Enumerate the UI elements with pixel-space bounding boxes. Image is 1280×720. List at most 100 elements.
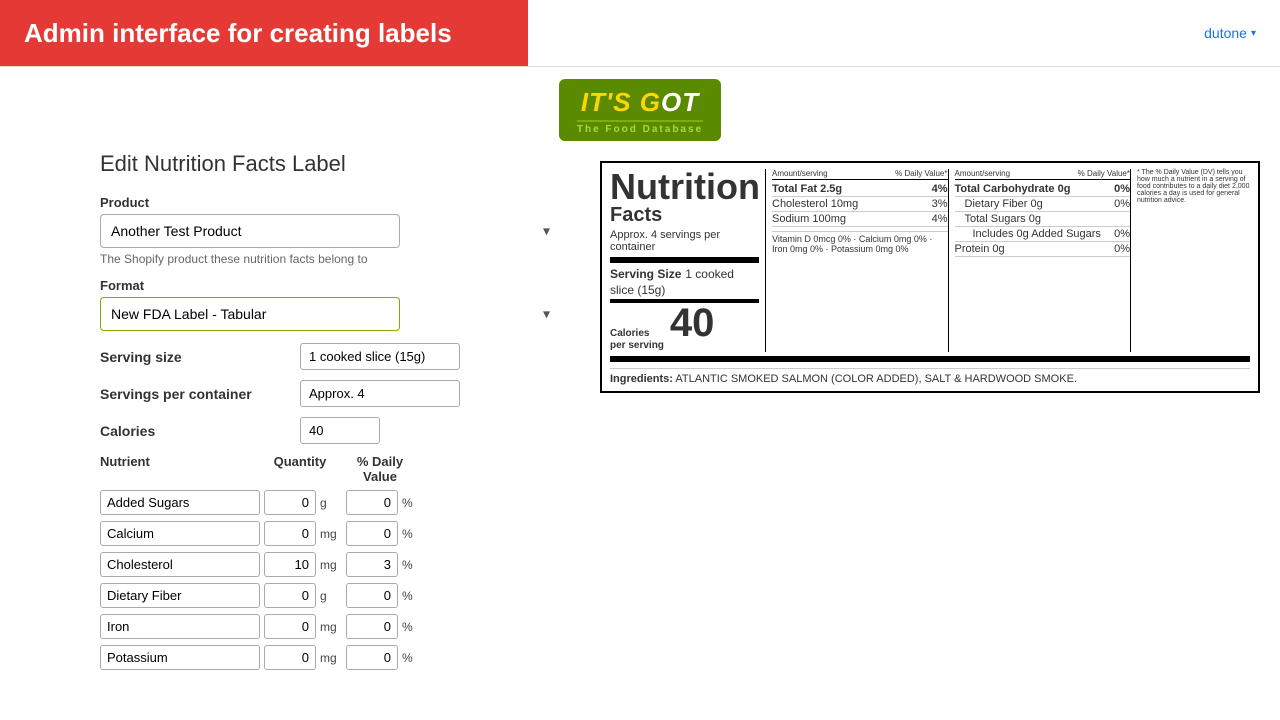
nutrient-pct-input-0[interactable]: [346, 490, 398, 515]
pct-sign-1: %: [402, 527, 413, 541]
calories-input[interactable]: [300, 417, 380, 444]
serving-size-row: Serving size: [100, 343, 560, 370]
calories-block: Calories per serving 40: [610, 299, 759, 352]
nutrient-row: Added Sugars g %: [100, 490, 560, 515]
label-col1: Amount/serving % Daily Value* Total Fat …: [772, 169, 948, 352]
nutrient-name-select-5[interactable]: Potassium: [100, 645, 260, 670]
logo-its: IT'S: [581, 87, 640, 117]
format-label: Format: [100, 278, 560, 293]
nutrient-name-select-2[interactable]: Cholesterol: [100, 552, 260, 577]
nutrient-name-select-0[interactable]: Added Sugars: [100, 490, 260, 515]
col2-rows: Total Carbohydrate 0g0%Dietary Fiber 0g0…: [955, 182, 1131, 257]
col1-row-2: Sodium 100mg4%: [772, 212, 948, 227]
product-select-wrapper: Another Test Product ▾: [100, 214, 560, 248]
label-col2: Amount/serving % Daily Value* Total Carb…: [948, 169, 1131, 352]
facts-title: Facts: [610, 205, 759, 225]
vitamin-row: Vitamin D 0mcg 0% · Calcium 0mg 0% · Iro…: [772, 231, 948, 254]
nutrient-pct-input-3[interactable]: [346, 583, 398, 608]
product-group: Product Another Test Product ▾ The Shopi…: [100, 195, 560, 266]
header-title-block: Admin interface for creating labels: [0, 0, 528, 66]
quantity-col-header: Quantity: [260, 454, 340, 484]
nutrient-name-select-3[interactable]: Dietary Fiber: [100, 583, 260, 608]
col1-row-0: Total Fat 2.5g4%: [772, 182, 948, 197]
servings-per-container-row: Servings per container: [100, 380, 560, 407]
serving-size-label-nl: Serving Size: [610, 267, 681, 281]
nutrient-row: Calcium mg %: [100, 521, 560, 546]
col1-header: Amount/serving % Daily Value*: [772, 169, 948, 180]
ingredients-text: ATLANTIC SMOKED SALMON (COLOR ADDED), SA…: [675, 373, 1077, 385]
dv-note: * The % Daily Value (DV) tells you how m…: [1130, 169, 1250, 352]
nutrients-header: Nutrient Quantity % Daily Value: [100, 454, 560, 484]
header: Admin interface for creating labels duto…: [0, 0, 1280, 67]
nutrient-pct-input-4[interactable]: [346, 614, 398, 639]
calories-row: Calories: [100, 417, 560, 444]
nutrient-col-header: Nutrient: [100, 454, 260, 484]
product-dropdown-icon: ▾: [543, 223, 550, 240]
product-select[interactable]: Another Test Product: [100, 214, 400, 248]
product-label: Product: [100, 195, 560, 210]
logo-accent: G: [640, 87, 661, 117]
nutrient-qty-input-2[interactable]: [264, 552, 316, 577]
nutrient-rows: Added Sugars g % Calcium mg % Cholestero…: [100, 490, 560, 670]
nutrient-unit-0: g: [320, 496, 342, 510]
col2-row-1: Dietary Fiber 0g0%: [955, 197, 1131, 212]
nutrient-pct-input-5[interactable]: [346, 645, 398, 670]
format-select-wrapper: New FDA Label - Tabular ▾: [100, 297, 560, 331]
label-columns: Amount/serving % Daily Value* Total Fat …: [765, 169, 1250, 352]
logo-text: IT'S GOT: [577, 87, 703, 118]
nutrient-qty-input-1[interactable]: [264, 521, 316, 546]
col2-row-3: Includes 0g Added Sugars0%: [955, 227, 1131, 242]
calories-label: Calories: [100, 423, 290, 439]
format-dropdown-icon: ▾: [543, 306, 550, 323]
nutrition-title: Nutrition: [610, 169, 759, 205]
nutrient-row: Dietary Fiber g %: [100, 583, 560, 608]
pct-sign-5: %: [402, 651, 413, 665]
servings-per-container-input[interactable]: [300, 380, 460, 407]
label-preview: Nutrition Facts Approx. 4 servings per c…: [600, 151, 1260, 676]
col2-row-4: Protein 0g0%: [955, 242, 1131, 257]
col1-rows: Total Fat 2.5g4%Cholesterol 10mg3%Sodium…: [772, 182, 948, 227]
logo-subtitle: The Food Database: [577, 120, 703, 135]
nutrient-qty-input-0[interactable]: [264, 490, 316, 515]
nutrient-unit-5: mg: [320, 651, 342, 665]
format-select[interactable]: New FDA Label - Tabular: [100, 297, 400, 331]
nutrient-name-select-4[interactable]: Iron: [100, 614, 260, 639]
ingredients-label: Ingredients:: [610, 373, 673, 385]
nutrient-name-select-1[interactable]: Calcium: [100, 521, 260, 546]
form-panel: Edit Nutrition Facts Label Product Anoth…: [100, 151, 560, 676]
product-hint: The Shopify product these nutrition fact…: [100, 252, 560, 266]
col1-row-1: Cholesterol 10mg3%: [772, 197, 948, 212]
servings-approx: Approx. 4 servings per container: [610, 229, 759, 253]
nutrient-row: Cholesterol mg %: [100, 552, 560, 577]
user-menu[interactable]: dutone ▾: [1204, 25, 1280, 41]
nutrition-label: Nutrition Facts Approx. 4 servings per c…: [600, 161, 1260, 393]
nutrient-qty-input-5[interactable]: [264, 645, 316, 670]
pct-sign-3: %: [402, 589, 413, 603]
format-group: Format New FDA Label - Tabular ▾: [100, 278, 560, 331]
servings-per-container-label: Servings per container: [100, 386, 290, 402]
serving-size-block: Serving Size 1 cooked slice (15g): [610, 257, 759, 297]
page-title: Edit Nutrition Facts Label: [100, 151, 560, 177]
pct-sign-4: %: [402, 620, 413, 634]
pct-sign-0: %: [402, 496, 413, 510]
label-left-section: Nutrition Facts Approx. 4 servings per c…: [610, 169, 765, 352]
col2-header: Amount/serving % Daily Value*: [955, 169, 1131, 180]
calories-number: 40: [670, 303, 715, 343]
ingredients-section: Ingredients: ATLANTIC SMOKED SALMON (COL…: [610, 368, 1250, 385]
nutrient-qty-input-4[interactable]: [264, 614, 316, 639]
logo-area: IT'S GOT The Food Database: [0, 67, 1280, 151]
chevron-down-icon: ▾: [1251, 28, 1256, 39]
nutrient-unit-4: mg: [320, 620, 342, 634]
nutrient-unit-3: g: [320, 589, 342, 603]
nutrient-qty-input-3[interactable]: [264, 583, 316, 608]
nutrient-unit-1: mg: [320, 527, 342, 541]
main-content: Edit Nutrition Facts Label Product Anoth…: [0, 151, 1280, 696]
nutrient-row: Potassium mg %: [100, 645, 560, 670]
col2-row-0: Total Carbohydrate 0g0%: [955, 182, 1131, 197]
logo-got: OT: [661, 87, 699, 117]
serving-size-input[interactable]: [300, 343, 460, 370]
pct-col-header: % Daily Value: [340, 454, 420, 484]
nutrient-pct-input-1[interactable]: [346, 521, 398, 546]
nutrient-pct-input-2[interactable]: [346, 552, 398, 577]
serving-size-label: Serving size: [100, 349, 290, 365]
